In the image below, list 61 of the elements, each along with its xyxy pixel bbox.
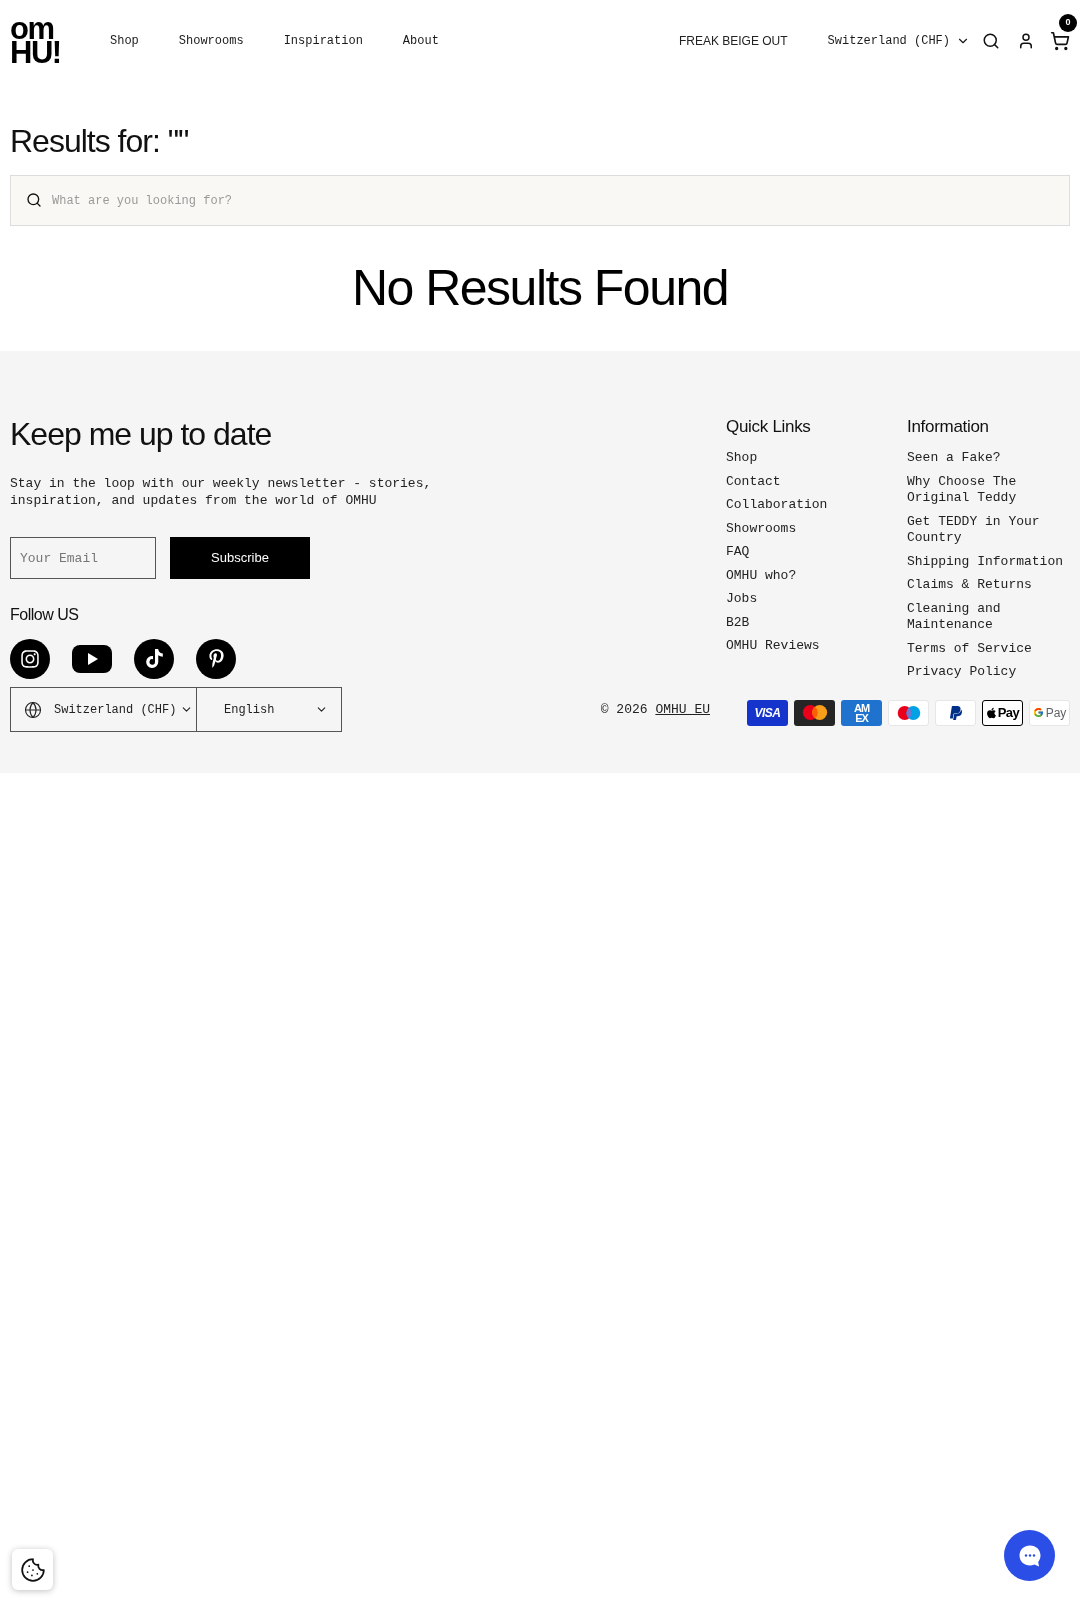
maestro-icon [888,699,929,726]
follow-title: Follow US [10,605,80,625]
nav-link[interactable]: About [402,32,439,50]
amex-logo: AM EX [841,699,882,726]
footer-link[interactable]: OMHU Reviews [726,638,907,655]
footer-link[interactable]: Why Choose The Original Teddy [907,473,1070,507]
search-icon [26,192,42,208]
language-selector[interactable]: English [197,687,342,732]
cookie-settings-button[interactable] [12,1549,53,1590]
globe-icon [24,700,42,719]
visa-logo: VISA [747,699,788,726]
logo[interactable]: om HU! [10,17,70,65]
chat-bubble-icon [1017,1543,1042,1568]
mastercard-icon [794,699,835,726]
footer-link[interactable]: Claims & Returns [907,577,1070,594]
chat-button[interactable] [1004,1530,1055,1581]
footer-link[interactable]: B2B [726,614,907,631]
results-heading: Results for: "" [10,122,190,160]
footer-link[interactable]: FAQ [726,544,907,561]
nav-link[interactable]: Shop [110,32,139,50]
copyright-text: © 2026 OMHU EU [600,700,710,719]
user-icon[interactable] [1017,32,1035,50]
column-title: Information [907,416,990,438]
pay-label: Pay [1045,705,1067,720]
instagram-icon[interactable] [10,638,50,679]
subscribe-button[interactable]: Subscribe [170,537,310,579]
search-icon[interactable] [982,32,1000,50]
footer-link[interactable]: Shop [726,450,907,467]
column-title: Quick Links [726,416,812,438]
footer-link[interactable]: Contact [726,473,907,490]
search-field[interactable]: What are you looking for? [10,175,1070,226]
footer-link[interactable]: Get TEDDY in Your Country [907,513,1070,547]
footer-link[interactable]: Shipping Information [907,553,1070,570]
youtube-icon[interactable] [72,644,112,673]
footer-link[interactable]: Cleaning and Maintenance [907,600,1070,634]
empty-message: No Results Found [350,259,730,318]
footer-link[interactable]: Privacy Policy [907,664,1070,681]
footer-link[interactable]: Seen a Fake? [907,450,1070,467]
footer-link[interactable]: Jobs [726,591,907,608]
footer-link[interactable]: Collaboration [726,497,907,514]
cart-icon[interactable] [1050,31,1070,51]
country-selector[interactable]: Switzerland (CHF) [10,687,197,732]
nav-link[interactable]: Showrooms [178,32,244,50]
country-selector[interactable]: Switzerland (CHF) [827,32,970,50]
footer-link[interactable]: Showrooms [726,520,907,537]
apple-icon [985,706,997,719]
pay-label: Pay [997,705,1020,720]
promo-link[interactable]: FREAK BEIGE OUT [678,32,788,50]
tiktok-icon[interactable] [134,638,174,679]
footer-link[interactable]: OMHU who? [726,567,907,584]
email-field[interactable]: Your Email [10,537,156,579]
newsletter-title: Keep me up to date [10,415,273,453]
cookie-icon [19,1556,46,1583]
footer-link[interactable]: Terms of Service [907,640,1070,657]
cart-count: 0 [1059,14,1077,32]
paypal-icon [935,699,976,726]
newsletter-text: Stay in the loop with our weekly newsletter - stories, inspiration, and updates from the world of OMHU [10,475,433,509]
nav-link[interactable]: Inspiration [283,32,363,50]
copyright-link[interactable]: OMHU EU [655,701,710,717]
pinterest-icon[interactable] [196,638,236,679]
google-g-icon [1032,707,1044,718]
